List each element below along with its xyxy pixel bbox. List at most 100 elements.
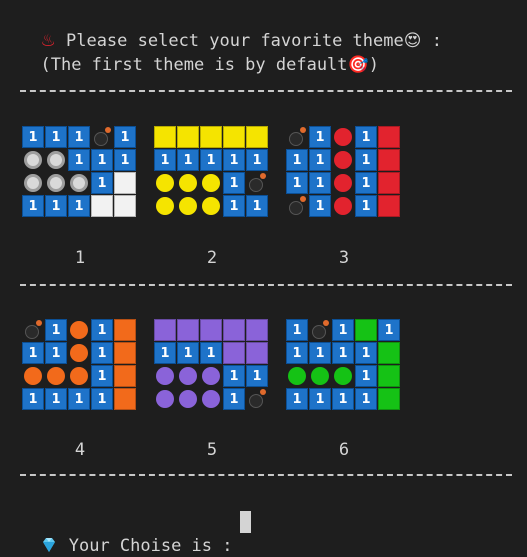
separator [20,90,512,92]
covered-cell [114,172,136,194]
flag-circle-cell [309,365,331,387]
number-cell: 1 [91,149,113,171]
covered-cell [114,342,136,364]
flag-circle-cell [177,388,199,410]
number-cell: 1 [91,342,113,364]
number-cell: 1 [223,149,245,171]
number-cell: 1 [154,342,176,364]
theme-label-4: 4 [74,440,86,460]
flag-circle-cell [286,365,308,387]
covered-cell [114,319,136,341]
theme-grid-6[interactable]: 111111111111 [286,319,400,410]
covered-cell [177,126,199,148]
number-cell: 1 [45,342,67,364]
number-cell: 1 [223,172,245,194]
flag-circle-cell [22,365,44,387]
theme-grid-1[interactable]: 11111111111 [22,126,136,217]
number-cell: 1 [68,195,90,217]
number-cell: 1 [177,149,199,171]
bomb-icon [286,195,308,217]
separator [20,474,512,476]
number-cell: 1 [355,126,377,148]
flag-circle-cell [68,342,90,364]
covered-cell [114,388,136,410]
theme-label-2: 2 [206,248,218,268]
input-cursor[interactable] [240,511,251,533]
covered-cell [246,342,268,364]
flag-circle-cell [332,149,354,171]
number-cell: 1 [246,149,268,171]
covered-cell [177,319,199,341]
flag-circle-cell [68,172,90,194]
number-cell: 1 [91,388,113,410]
theme-grid-5[interactable]: 111111 [154,319,268,410]
flag-circle-cell [332,126,354,148]
theme-grid-4[interactable]: 1111111111 [22,319,136,410]
number-cell: 1 [309,149,331,171]
number-cell: 1 [45,126,67,148]
number-cell: 1 [286,149,308,171]
covered-cell [154,319,176,341]
bomb-icon [286,126,308,148]
prompt-label: Your Choise is : [68,536,233,556]
covered-cell [200,126,222,148]
number-cell: 1 [91,319,113,341]
covered-cell [378,126,400,148]
flag-circle-cell [45,172,67,194]
number-cell: 1 [45,195,67,217]
flag-circle-cell [22,172,44,194]
flag-circle-cell [200,195,222,217]
number-cell: 1 [91,172,113,194]
covered-cell [91,195,113,217]
flag-circle-cell [68,365,90,387]
target-icon: 🎯 [347,55,369,75]
number-cell: 1 [309,342,331,364]
number-cell: 1 [114,149,136,171]
covered-cell [378,342,400,364]
number-cell: 1 [309,172,331,194]
number-cell: 1 [223,365,245,387]
flag-circle-cell [154,195,176,217]
number-cell: 1 [68,149,90,171]
number-cell: 1 [286,342,308,364]
flag-circle-cell [177,365,199,387]
number-cell: 1 [332,388,354,410]
number-cell: 1 [355,388,377,410]
flag-circle-cell [177,195,199,217]
covered-cell [223,126,245,148]
bomb-icon [246,388,268,410]
theme-label-5: 5 [206,440,218,460]
number-cell: 1 [154,149,176,171]
flag-circle-cell [332,365,354,387]
number-cell: 1 [114,126,136,148]
bomb-icon [309,319,331,341]
number-cell: 1 [355,365,377,387]
number-cell: 1 [22,126,44,148]
covered-cell [154,126,176,148]
theme-grid-2[interactable]: 11111111 [154,126,268,217]
prompt: Your Choise is : [20,511,233,557]
theme-label-1: 1 [74,248,86,268]
covered-cell [378,365,400,387]
number-cell: 1 [355,172,377,194]
number-cell: 1 [45,388,67,410]
flag-circle-cell [154,365,176,387]
covered-cell [200,319,222,341]
flag-circle-cell [45,365,67,387]
number-cell: 1 [355,149,377,171]
number-cell: 1 [355,195,377,217]
flag-circle-cell [200,388,222,410]
covered-cell [246,126,268,148]
covered-cell [378,149,400,171]
number-cell: 1 [286,388,308,410]
theme-grid-3[interactable]: 1111111111 [286,126,400,217]
number-cell: 1 [68,388,90,410]
flag-circle-cell [68,319,90,341]
covered-cell [223,342,245,364]
number-cell: 1 [309,126,331,148]
covered-cell [378,195,400,217]
number-cell: 1 [378,319,400,341]
theme-label-6: 6 [338,440,350,460]
number-cell: 1 [246,195,268,217]
bomb-icon [246,172,268,194]
